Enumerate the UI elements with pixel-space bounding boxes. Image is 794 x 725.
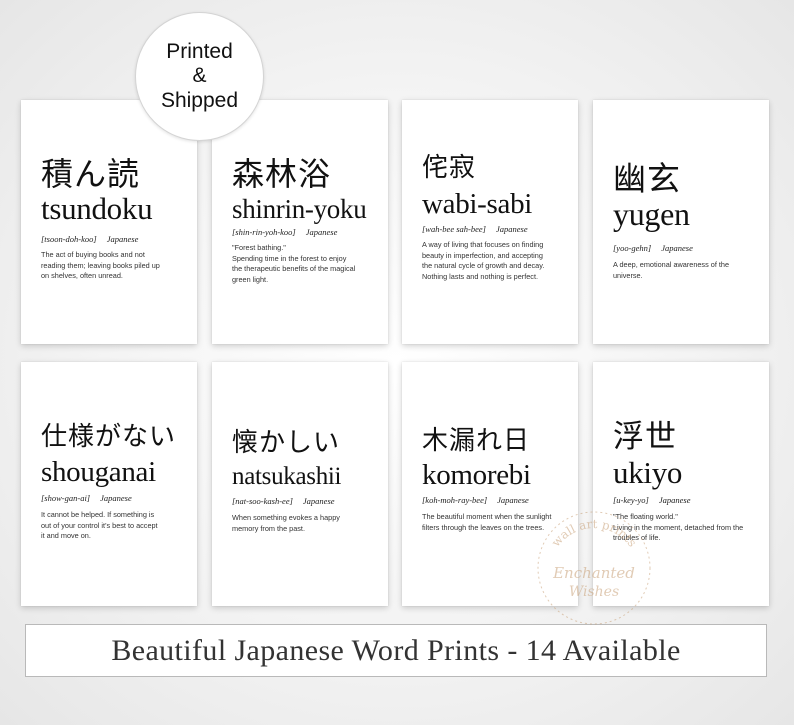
- card-word: shouganai: [41, 456, 156, 488]
- badge-line-shipped: Shipped: [160, 88, 239, 112]
- card-word: komorebi: [422, 459, 531, 491]
- card-word: tsundoku: [41, 191, 153, 226]
- card-word: wabi-sabi: [422, 188, 533, 220]
- print-card-natsukashii: 懐かしい natsukashii [nat-soo-kash-ee] Japane…: [212, 362, 388, 606]
- card-word: natsukashii: [232, 463, 342, 490]
- card-word: shinrin-yoku: [232, 194, 367, 224]
- card-kanji: 仕様がない: [41, 422, 177, 452]
- card-pronunciation: [shin-rin-yoh-koo] Japanese: [232, 227, 338, 237]
- card-kanji: 森林浴: [232, 155, 332, 193]
- card-kanji: 浮世: [613, 419, 677, 455]
- card-definition: It cannot be helped. If something is out …: [41, 510, 158, 541]
- card-pronunciation: [show-gan-ai] Japanese: [41, 493, 132, 503]
- print-card-shinrin-yoku: 森林浴 shinrin-yoku [shin-rin-yoh-koo] Japan…: [212, 100, 388, 344]
- card-kanji: 木漏れ日: [422, 426, 531, 456]
- card-definition: When something evokes a happy memory from…: [232, 513, 340, 533]
- banner-text: Beautiful Japanese Word Prints - 14 Avai…: [111, 633, 681, 667]
- print-card-wabi-sabi: 侘寂 wabi-sabi [wah-bee sah-bee] Japanese A…: [402, 100, 578, 344]
- card-pronunciation: [koh-moh-ray-bee] Japanese: [422, 495, 529, 505]
- print-card-tsundoku: 積ん読 tsundoku [tsoon-doh-koo] Japanese The…: [21, 100, 197, 344]
- card-kanji: 幽玄: [613, 159, 681, 198]
- card-definition: A deep, emotional awareness of the univer…: [613, 260, 730, 280]
- card-definition: "Forest bathing." Spending time in the fo…: [232, 243, 356, 284]
- product-title-banner: Beautiful Japanese Word Prints - 14 Avai…: [25, 624, 767, 677]
- printed-shipped-badge: Printed & Shipped: [135, 12, 264, 141]
- watermark-wishes: Wishes: [569, 584, 619, 600]
- card-pronunciation: [nat-soo-kash-ee] Japanese: [232, 496, 335, 506]
- card-kanji: 積ん読: [41, 155, 141, 193]
- card-word: ukiyo: [613, 455, 683, 490]
- card-definition: A way of living that focuses on finding b…: [422, 240, 545, 281]
- enchanted-wishes-watermark: wall art prints Enchanted Wishes: [537, 511, 651, 625]
- card-pronunciation: [yoo-gehn] Japanese: [613, 243, 693, 253]
- watermark-enchanted: Enchanted: [552, 564, 635, 582]
- print-card-shouganai: 仕様がない shouganai [show-gan-ai] Japanese It…: [21, 362, 197, 606]
- badge-line-printed: Printed: [166, 40, 233, 64]
- card-word: yugen: [613, 196, 690, 232]
- card-kanji: 懐かしい: [232, 428, 341, 458]
- card-pronunciation: [tsoon-doh-koo] Japanese: [41, 234, 139, 244]
- print-card-yugen: 幽玄 yugen [yoo-gehn] Japanese A deep, emot…: [593, 100, 769, 344]
- watermark-arc-text: wall art prints: [549, 517, 640, 549]
- badge-line-ampersand: &: [192, 64, 207, 88]
- card-kanji: 侘寂: [422, 153, 477, 183]
- card-definition: The act of buying books and not reading t…: [41, 250, 160, 281]
- card-pronunciation: [wah-bee sah-bee] Japanese: [422, 224, 528, 234]
